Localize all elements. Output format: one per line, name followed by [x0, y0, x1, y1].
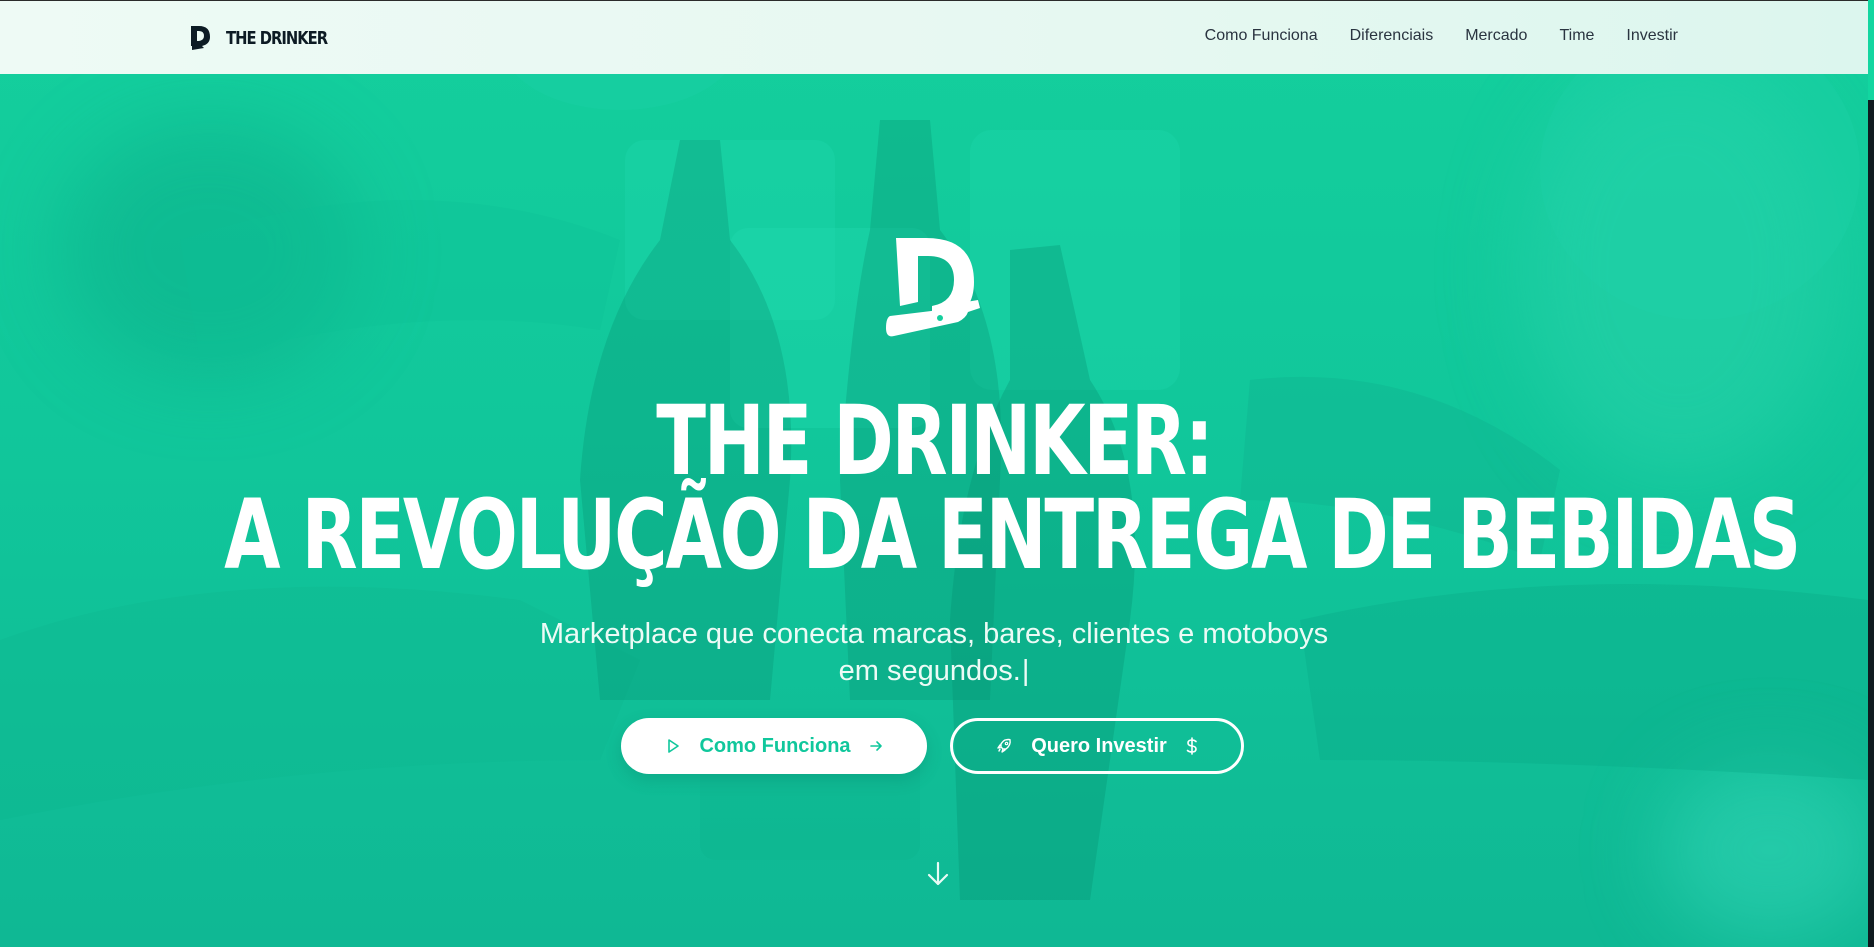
play-icon: [668, 739, 680, 753]
typing-caret: |: [1021, 655, 1030, 687]
nav-link-investir[interactable]: Investir: [1626, 27, 1678, 45]
scrollbar[interactable]: [1868, 0, 1874, 947]
hero-title-line-2: A REVOLUÇÃO DA ENTREGA DE BEBIDAS: [224, 479, 1801, 591]
navbar: THE DRINKER Como Funciona Diferenciais M…: [0, 0, 1868, 74]
quero-investir-button[interactable]: Quero Investir: [950, 718, 1244, 774]
drinker-logo-icon: [191, 26, 210, 50]
como-funciona-button[interactable]: Como Funciona: [621, 718, 927, 774]
nav-link-time[interactable]: Time: [1559, 27, 1594, 45]
hero-title: THE DRINKER: A REVOLUÇÃO DA ENTREGA DE B…: [0, 385, 1868, 591]
nav-link-diferenciais[interactable]: Diferenciais: [1350, 27, 1434, 45]
arrow-down-icon[interactable]: [924, 860, 952, 888]
nav-link-como-funciona[interactable]: Como Funciona: [1205, 27, 1318, 45]
brand-name: THE DRINKER: [226, 27, 328, 49]
nav-link-mercado[interactable]: Mercado: [1465, 27, 1527, 45]
hero-title-line-1: THE DRINKER:: [656, 385, 1214, 497]
arrow-right-icon: [869, 741, 882, 751]
como-funciona-button-label: Como Funciona: [699, 734, 851, 757]
drinker-hero-logo-icon: [886, 238, 980, 337]
hero-subtitle-text: Marketplace que conecta marcas, bares, c…: [539, 618, 1329, 687]
nav-links: Como Funciona Diferenciais Mercado Time …: [1205, 27, 1678, 45]
brand-link[interactable]: THE DRINKER: [188, 23, 349, 53]
quero-investir-button-label: Quero Investir: [1031, 734, 1167, 757]
rocket-icon: [997, 738, 1012, 753]
dollar-icon: [1186, 737, 1197, 755]
hero-subtitle: Marketplace que conecta marcas, bares, c…: [520, 616, 1348, 690]
scrollbar-thumb[interactable]: [1868, 0, 1874, 100]
